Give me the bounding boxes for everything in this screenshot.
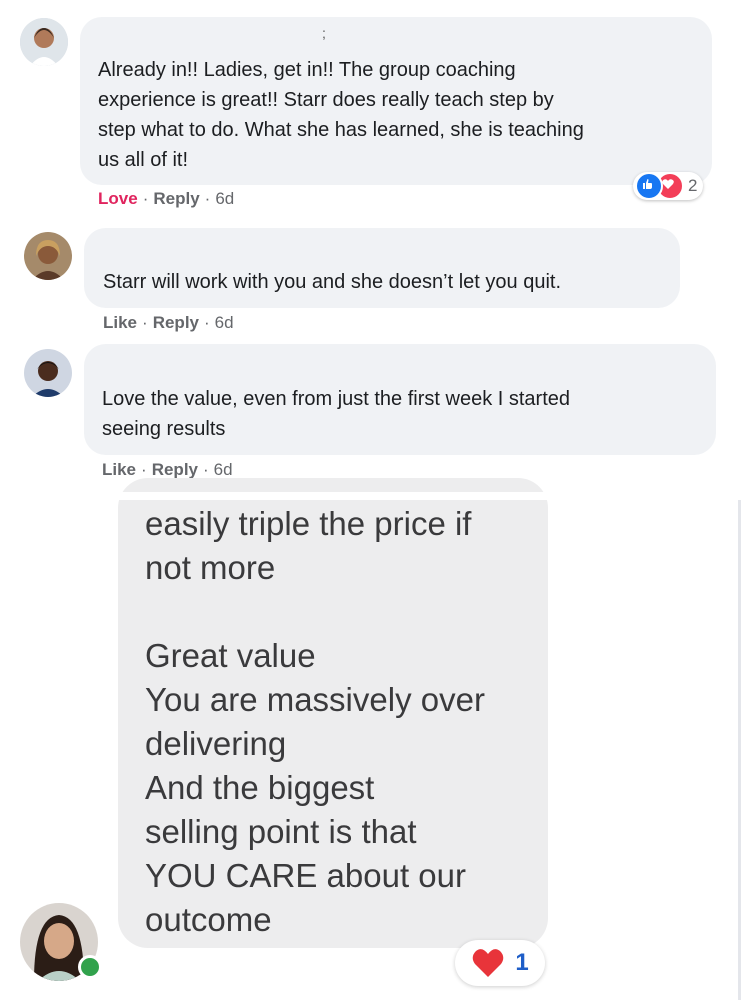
like-icon: [635, 172, 663, 200]
avatar[interactable]: [24, 232, 72, 280]
comment-line: seeing results: [102, 418, 226, 440]
avatar-photo: [24, 232, 72, 280]
online-status-icon: [78, 955, 102, 979]
comment-text: Love the value, even from just the first…: [102, 384, 570, 444]
comment-marker: ;: [322, 25, 326, 41]
panel-divider: [0, 492, 750, 500]
separator: ·: [142, 313, 148, 332]
comment-actions: Love · Reply · 6d: [98, 189, 234, 209]
timestamp[interactable]: 6d: [215, 313, 234, 332]
comment-line: experience is great!! Starr does really …: [98, 89, 554, 111]
reply-link[interactable]: Reply: [153, 313, 199, 332]
reaction-count: 2: [688, 176, 698, 195]
message-line: delivering: [145, 725, 287, 762]
avatar-photo: [24, 349, 72, 397]
comment-line: Starr will work with you and she doesn’t…: [103, 271, 561, 293]
comment-text: Already in!! Ladies, get in!! The group …: [98, 55, 584, 175]
separator: ·: [203, 460, 209, 479]
reaction-summary[interactable]: 2: [633, 172, 704, 200]
reaction-count: 1: [515, 949, 529, 976]
avatar-photo: [20, 18, 68, 66]
like-link[interactable]: Like: [103, 313, 137, 332]
message-line: selling point is that: [145, 813, 417, 850]
comment-text: Starr will work with you and she doesn’t…: [103, 267, 561, 297]
message-line: not more: [145, 549, 276, 586]
comment-line: us all of it!: [98, 149, 189, 171]
separator: ·: [142, 189, 149, 208]
avatar[interactable]: [24, 349, 72, 397]
heart-icon: [473, 949, 504, 977]
reply-link[interactable]: Reply: [153, 189, 199, 208]
separator: ·: [204, 189, 211, 208]
message-line: YOU CARE about our: [145, 857, 466, 894]
separator: ·: [141, 460, 147, 479]
comment-line: step what to do. What she has learned, s…: [98, 119, 584, 141]
avatar[interactable]: [20, 18, 68, 66]
message-line: outcome: [145, 901, 272, 938]
message-line: easily triple the price if: [145, 505, 472, 542]
love-reaction-link[interactable]: Love: [98, 189, 138, 208]
timestamp[interactable]: 6d: [215, 189, 234, 208]
comment-actions: Like · Reply · 6d: [103, 313, 234, 333]
comment-line: Already in!! Ladies, get in!! The group …: [98, 59, 516, 81]
message-reaction[interactable]: 1: [455, 940, 545, 986]
like-link[interactable]: Like: [102, 460, 136, 479]
comment-line: Love the value, even from just the first…: [102, 388, 571, 410]
message-line: You are massively over: [145, 681, 485, 718]
separator: ·: [204, 313, 210, 332]
reply-link[interactable]: Reply: [152, 460, 198, 479]
message-line: And the biggest: [145, 769, 375, 806]
message-line: Great value: [145, 637, 316, 674]
timestamp[interactable]: 6d: [214, 460, 233, 479]
scrollbar[interactable]: [738, 500, 741, 1000]
comment-actions: Like · Reply · 6d: [102, 460, 233, 480]
